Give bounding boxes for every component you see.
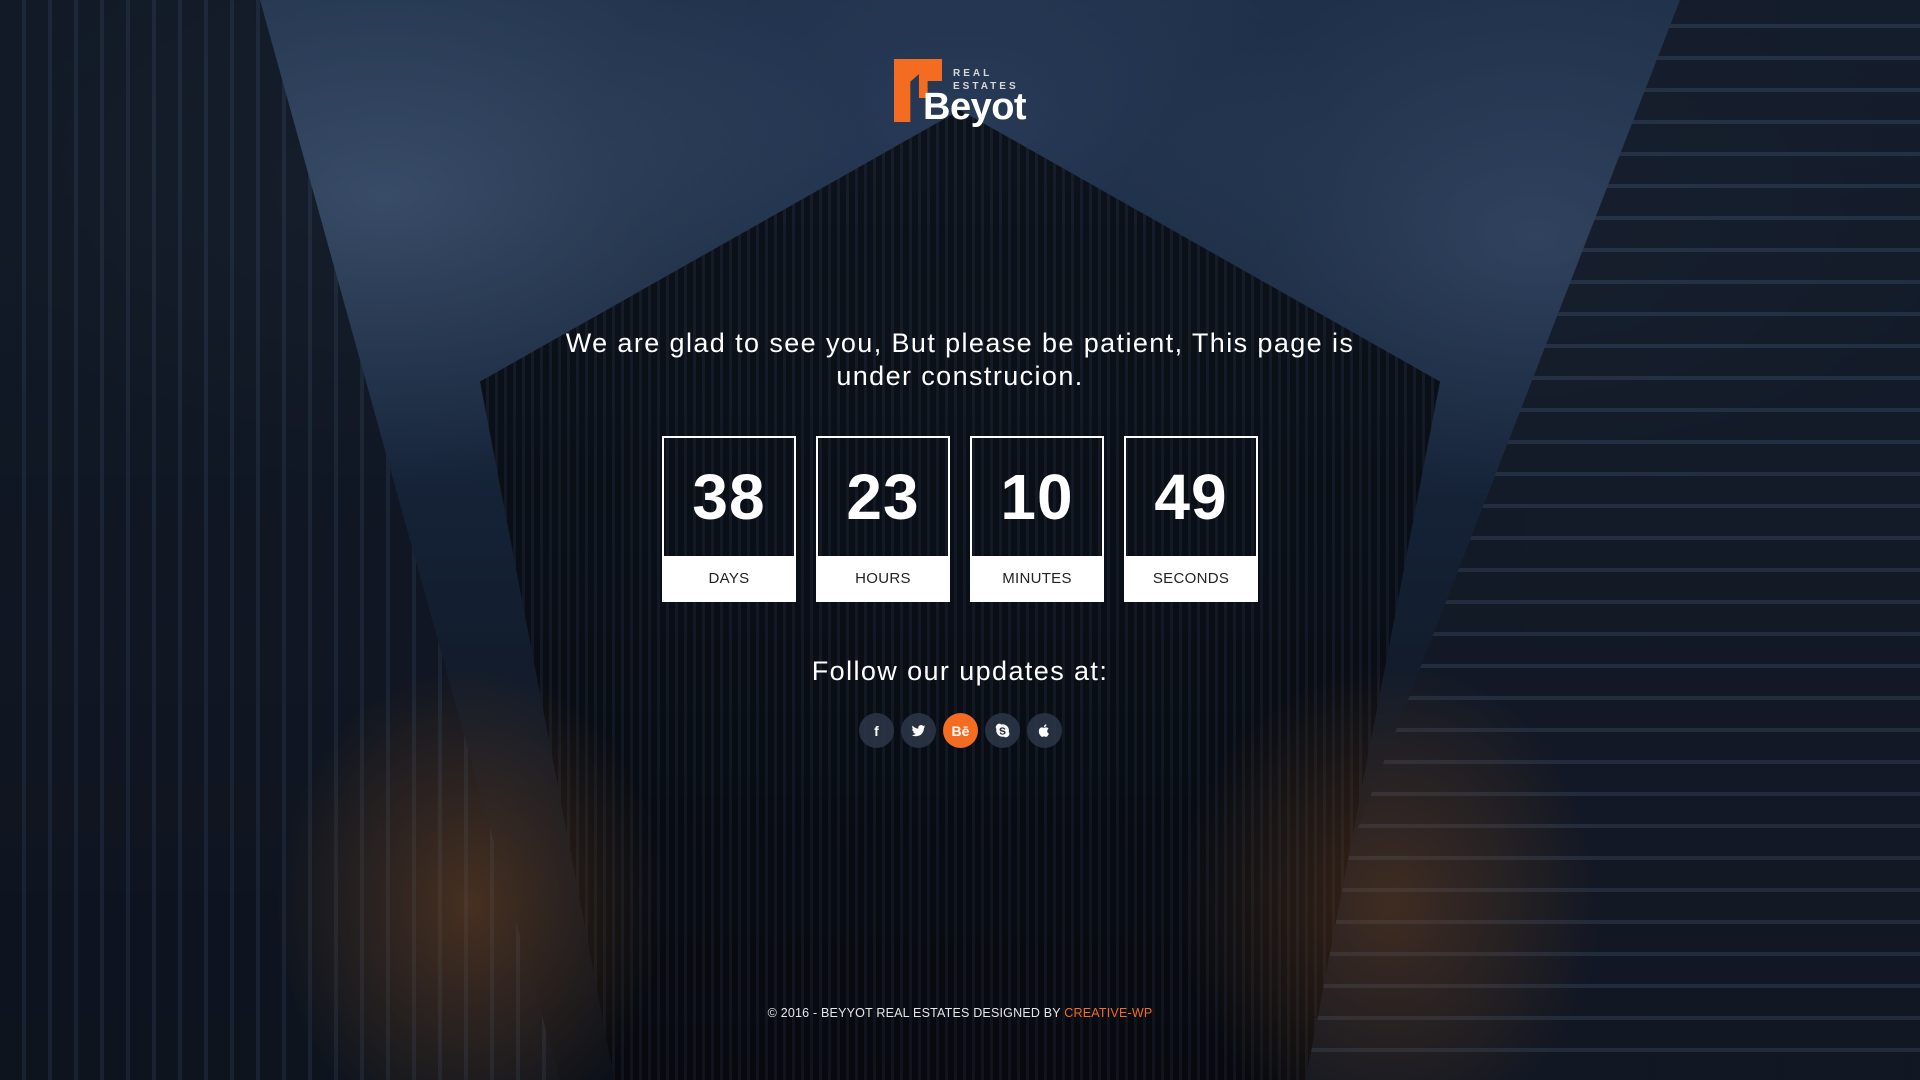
page-headline: We are glad to see you, But please be pa… [565,328,1355,391]
twitter-icon[interactable] [901,713,936,748]
countdown-hours-label: HOURS [818,556,948,600]
countdown-minutes-value: 10 [1000,461,1074,533]
countdown-hours: 23 HOURS [816,436,950,602]
skype-icon[interactable] [985,713,1020,748]
countdown-days: 38 DAYS [662,436,796,602]
social-links: f Bē [859,713,1062,748]
footer: © 2016 - BEYYOT REAL ESTATES DESIGNED BY… [0,1006,1920,1020]
facebook-icon[interactable]: f [859,713,894,748]
countdown-days-value: 38 [692,461,766,533]
countdown-days-label: DAYS [664,556,794,600]
footer-copyright: © 2016 - BEYYOT REAL ESTATES DESIGNED BY [767,1006,1065,1020]
countdown-seconds-value: 49 [1154,461,1228,533]
page-content: REAL ESTATES Beyot We are glad to see yo… [0,0,1920,1080]
footer-designer-link[interactable]: CREATIVE-WP [1064,1006,1152,1020]
apple-icon[interactable] [1027,713,1062,748]
countdown-seconds: 49 SECONDS [1124,436,1258,602]
behance-icon[interactable]: Bē [943,713,978,748]
countdown-timer: 38 DAYS 23 HOURS 10 MINUTES 49 SECONDS [662,436,1258,602]
countdown-minutes: 10 MINUTES [970,436,1104,602]
follow-title: Follow our updates at: [811,656,1109,686]
countdown-seconds-label: SECONDS [1126,556,1256,600]
logo[interactable]: REAL ESTATES Beyot [894,59,1030,131]
countdown-hours-value: 23 [846,461,920,533]
logo-name: Beyot [923,86,1027,128]
countdown-minutes-label: MINUTES [972,556,1102,600]
